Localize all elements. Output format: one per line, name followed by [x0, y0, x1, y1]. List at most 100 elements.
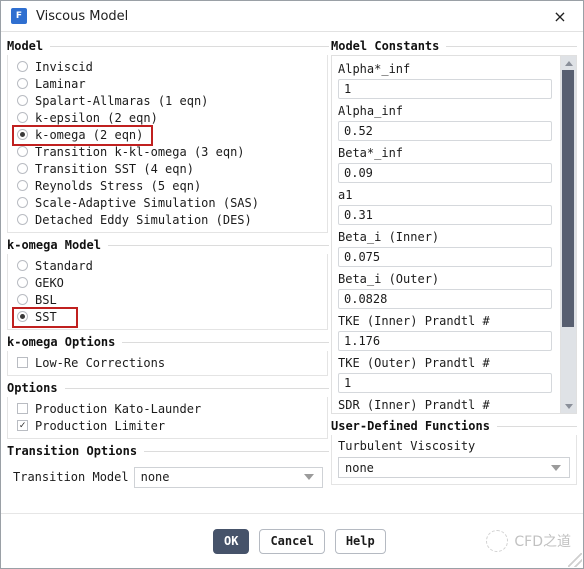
- checkbox-production-limiter[interactable]: ✓ Production Limiter: [8, 417, 327, 434]
- option-label: Standard: [35, 258, 93, 273]
- option-label: Detached Eddy Simulation (DES): [35, 212, 252, 227]
- dialog-body: Model Inviscid Laminar Spalart-Allmaras …: [1, 32, 583, 513]
- model-option-reynolds-stress[interactable]: Reynolds Stress (5 eqn): [8, 177, 327, 194]
- constant-label: a1: [338, 188, 353, 202]
- constant-label-partial: SDR (Inner) Prandtl #: [338, 398, 490, 412]
- constant-input-tke-inner-prandtl[interactable]: 1.176: [338, 331, 552, 351]
- model-option-des[interactable]: Detached Eddy Simulation (DES): [8, 211, 327, 228]
- radio-icon[interactable]: [17, 294, 28, 305]
- constant-label: Beta_i (Outer): [338, 272, 440, 286]
- option-label: Laminar: [35, 76, 86, 91]
- constant-input-a1[interactable]: 0.31: [338, 205, 552, 225]
- constant-input-tke-outer-prandtl[interactable]: 1: [338, 373, 552, 393]
- chevron-down-icon[interactable]: [304, 474, 314, 480]
- watermark-text: CFD之道: [514, 534, 571, 550]
- komega-option-standard[interactable]: Standard: [8, 257, 327, 274]
- options-group: Production Kato-Launder ✓ Production Lim…: [7, 397, 328, 439]
- radio-icon-selected[interactable]: [17, 311, 28, 322]
- help-button[interactable]: Help: [334, 528, 386, 554]
- checkbox-low-re-corrections[interactable]: Low-Re Corrections: [8, 354, 327, 371]
- model-option-k-epsilon[interactable]: k-epsilon (2 eqn): [8, 109, 327, 126]
- ok-button[interactable]: OK: [213, 528, 250, 554]
- scroll-down-button[interactable]: [561, 399, 576, 413]
- komega-options-section-header: k-omega Options: [7, 333, 329, 351]
- scrollbar-track[interactable]: [561, 70, 576, 399]
- model-constants-section-header: Model Constants: [331, 37, 577, 55]
- option-label: Low-Re Corrections: [35, 355, 166, 370]
- constant-label: TKE (Inner) Prandtl #: [338, 314, 490, 328]
- constant-input-beta-i-inner[interactable]: 0.075: [338, 247, 552, 267]
- header-rule: [496, 425, 577, 427]
- transition-model-value: none: [140, 470, 170, 484]
- radio-icon[interactable]: [17, 163, 28, 174]
- turbulent-viscosity-select[interactable]: none: [338, 457, 570, 478]
- header-rule: [107, 244, 329, 246]
- option-label: Production Kato-Launder: [35, 401, 202, 416]
- chevron-down-icon[interactable]: [551, 464, 561, 471]
- option-label: Transition SST (4 eqn): [35, 161, 194, 176]
- model-option-sas[interactable]: Scale-Adaptive Simulation (SAS): [8, 194, 327, 211]
- constant-label: TKE (Outer) Prandtl #: [338, 356, 490, 370]
- page-title: Viscous Model: [36, 8, 129, 24]
- constant-input-alpha-inf[interactable]: 0.52: [338, 121, 552, 141]
- button-bar: OK Cancel Help: [213, 528, 386, 554]
- header-rule: [64, 387, 329, 389]
- transition-model-label: Transition Model: [13, 470, 129, 484]
- radio-icon[interactable]: [17, 180, 28, 191]
- constant-input-alpha-star-inf[interactable]: 1: [338, 79, 552, 99]
- watermark: CFD之道: [486, 530, 571, 552]
- komega-option-bsl[interactable]: BSL: [8, 291, 327, 308]
- komega-options-header-label: k-omega Options: [7, 335, 116, 349]
- cancel-button[interactable]: Cancel: [259, 528, 325, 554]
- options-section-header: Options: [7, 379, 329, 397]
- radio-icon[interactable]: [17, 95, 28, 106]
- radio-icon[interactable]: [17, 61, 28, 72]
- model-constants-panel: Alpha*_inf 1 Alpha_inf 0.52 Beta*_inf 0.…: [331, 55, 577, 414]
- constant-label: Beta*_inf: [338, 146, 404, 160]
- radio-icon[interactable]: [17, 214, 28, 225]
- fluent-app-icon: F: [11, 8, 27, 24]
- constant-input-beta-star-inf[interactable]: 0.09: [338, 163, 552, 183]
- scroll-up-button[interactable]: [561, 56, 576, 70]
- udf-header-label: User-Defined Functions: [331, 419, 490, 433]
- option-label: Spalart-Allmaras (1 eqn): [35, 93, 209, 108]
- radio-icon[interactable]: [17, 146, 28, 157]
- komega-option-sst[interactable]: SST: [8, 307, 327, 328]
- constant-input-beta-i-outer[interactable]: 0.0828: [338, 289, 552, 309]
- checkbox-icon[interactable]: [17, 403, 28, 414]
- radio-icon[interactable]: [17, 78, 28, 89]
- watermark-logo-icon: [486, 530, 509, 552]
- radio-icon-selected[interactable]: [17, 129, 28, 140]
- checkbox-icon-checked[interactable]: ✓: [17, 420, 28, 431]
- model-option-spalart-allmaras[interactable]: Spalart-Allmaras (1 eqn): [8, 92, 327, 109]
- close-icon[interactable]: ×: [543, 2, 577, 30]
- model-option-k-omega[interactable]: k-omega (2 eqn): [8, 125, 327, 146]
- turbulent-viscosity-value: none: [345, 460, 374, 475]
- transition-model-select[interactable]: none: [133, 466, 323, 488]
- model-option-transition-k-kl-omega[interactable]: Transition k-kl-omega (3 eqn): [8, 143, 327, 160]
- scrollbar-thumb[interactable]: [562, 70, 574, 327]
- radio-icon[interactable]: [17, 277, 28, 288]
- model-option-inviscid[interactable]: Inviscid: [8, 58, 327, 75]
- model-option-transition-sst[interactable]: Transition SST (4 eqn): [8, 160, 327, 177]
- udf-section-header: User-Defined Functions: [331, 417, 577, 435]
- model-option-laminar[interactable]: Laminar: [8, 75, 327, 92]
- model-section-header: Model: [7, 37, 329, 55]
- turbulent-viscosity-label: Turbulent Viscosity: [338, 439, 476, 453]
- option-label: GEKO: [35, 275, 64, 290]
- checkbox-production-kato-launder[interactable]: Production Kato-Launder: [8, 400, 327, 417]
- header-rule: [122, 341, 329, 343]
- radio-icon[interactable]: [17, 112, 28, 123]
- resize-grip-icon[interactable]: [568, 553, 582, 567]
- radio-icon[interactable]: [17, 197, 28, 208]
- transition-options-section-header: Transition Options: [7, 442, 329, 460]
- constants-scrollbar[interactable]: [560, 56, 576, 413]
- komega-model-section-header: k-omega Model: [7, 236, 329, 254]
- radio-icon[interactable]: [17, 260, 28, 271]
- option-label: Inviscid: [35, 59, 93, 74]
- option-label: Transition k-kl-omega (3 eqn): [35, 144, 245, 159]
- header-rule: [50, 45, 329, 47]
- checkbox-icon[interactable]: [17, 357, 28, 368]
- model-constants-list: Alpha*_inf 1 Alpha_inf 0.52 Beta*_inf 0.…: [332, 56, 560, 413]
- komega-option-geko[interactable]: GEKO: [8, 274, 327, 291]
